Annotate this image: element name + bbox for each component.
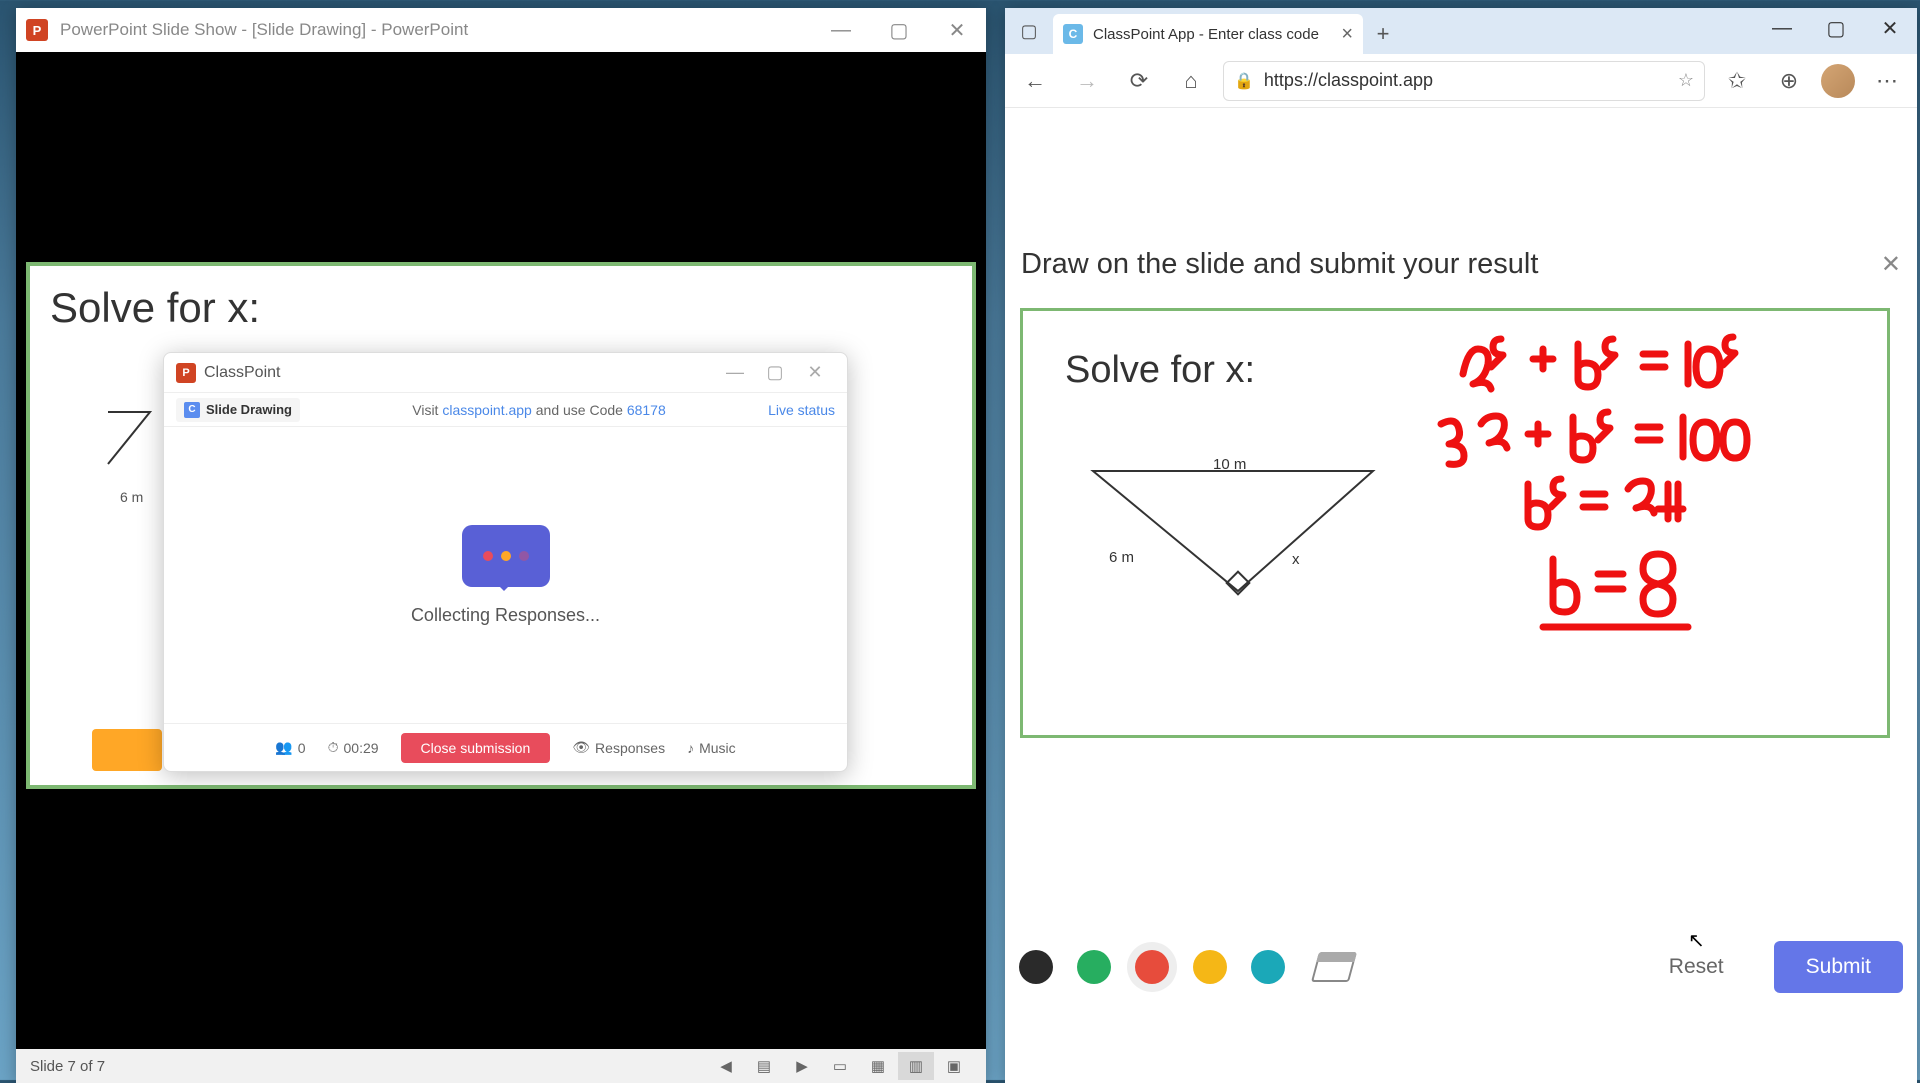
- eraser-tool[interactable]: [1311, 952, 1357, 982]
- profile-avatar[interactable]: [1821, 64, 1855, 98]
- clock-icon: ⏱: [328, 739, 339, 756]
- submit-button[interactable]: Submit: [1774, 941, 1903, 993]
- address-bar[interactable]: 🔒 https://classpoint.app ☆: [1223, 61, 1705, 101]
- popup-subheader: C Slide Drawing Visit classpoint.app and…: [164, 393, 847, 427]
- draw-prompt-bar: Draw on the slide and submit your result…: [1021, 248, 1901, 281]
- music-button[interactable]: ♪Music: [687, 740, 736, 756]
- people-icon: 👥: [275, 739, 292, 756]
- browser-window: ▢ C ClassPoint App - Enter class code × …: [1005, 8, 1917, 1083]
- visit-instruction: Visit classpoint.app and use Code 68178: [310, 402, 768, 418]
- reading-view-button[interactable]: ▭: [822, 1052, 858, 1080]
- student-handwriting: [1433, 319, 1883, 649]
- lock-icon: 🔒: [1234, 71, 1254, 91]
- pen-yellow[interactable]: [1193, 950, 1227, 984]
- browser-maximize[interactable]: ▢: [1809, 8, 1863, 48]
- menu-button[interactable]: ⋯: [1867, 61, 1907, 101]
- footer-participants: 👥0: [275, 739, 305, 756]
- visit-code: 68178: [627, 402, 666, 418]
- pen-green[interactable]: [1077, 950, 1111, 984]
- popup-maximize[interactable]: ▢: [755, 362, 795, 383]
- url-text: https://classpoint.app: [1264, 70, 1433, 91]
- next-slide-button[interactable]: ▶: [784, 1052, 820, 1080]
- browser-tab[interactable]: C ClassPoint App - Enter class code ×: [1053, 14, 1363, 54]
- drawing-toolbar: Reset Submit: [1019, 938, 1903, 996]
- drawing-canvas[interactable]: Solve for x: 10 m 6 m x: [1020, 308, 1890, 738]
- popup-title: ClassPoint: [204, 364, 715, 382]
- prev-slide-button[interactable]: ◀: [708, 1052, 744, 1080]
- activity-chip: C Slide Drawing: [176, 398, 300, 422]
- slideshow-stage: classcode 68178 👥 1 Solve for x: 6 m P C…: [16, 52, 986, 1049]
- back-button[interactable]: ←: [1015, 61, 1055, 101]
- tab-favicon: C: [1063, 24, 1083, 44]
- browser-close[interactable]: ✕: [1863, 8, 1917, 48]
- powerpoint-statusbar: Slide 7 of 7 ◀ ▤ ▶ ▭ ▦ ▥ ▣: [16, 1049, 986, 1083]
- tab-actions-button[interactable]: ▢: [1005, 8, 1053, 54]
- collections-button[interactable]: ⊕: [1769, 61, 1809, 101]
- slide-counter: Slide 7 of 7: [30, 1058, 105, 1075]
- normal-view-button[interactable]: ▥: [898, 1052, 934, 1080]
- classpoint-popup: P ClassPoint — ▢ ✕ C Slide Drawing Visit…: [163, 352, 848, 772]
- powerpoint-window: P PowerPoint Slide Show - [Slide Drawing…: [16, 8, 986, 1083]
- hypotenuse-label: 10 m: [1213, 456, 1246, 473]
- browser-tabstrip: ▢ C ClassPoint App - Enter class code × …: [1005, 8, 1917, 54]
- bookmark-star-icon[interactable]: ☆: [1678, 70, 1694, 91]
- browser-toolbar: ← → ⟳ ⌂ 🔒 https://classpoint.app ☆ ✩ ⊕ ⋯: [1005, 54, 1917, 108]
- classpoint-logo-icon: P: [176, 363, 196, 383]
- popup-body: Collecting Responses...: [164, 427, 847, 723]
- close-tab-button[interactable]: ×: [1341, 23, 1353, 46]
- triangle-diagram: [1083, 451, 1383, 621]
- eye-icon: 👁: [572, 739, 590, 756]
- close-submission-button[interactable]: Close submission: [401, 733, 551, 763]
- responses-button[interactable]: 👁Responses: [572, 739, 665, 756]
- close-prompt-button[interactable]: ✕: [1881, 250, 1901, 279]
- slide-title: Solve for x:: [50, 284, 962, 332]
- canvas-question: Solve for x:: [1065, 349, 1255, 392]
- speech-bubble-icon: [462, 525, 550, 587]
- visit-link[interactable]: classpoint.app: [442, 402, 532, 418]
- popup-close[interactable]: ✕: [795, 362, 835, 383]
- pen-black[interactable]: [1019, 950, 1053, 984]
- new-tab-button[interactable]: +: [1363, 14, 1403, 54]
- collecting-label: Collecting Responses...: [411, 605, 600, 626]
- popup-minimize[interactable]: —: [715, 362, 755, 383]
- window-title: PowerPoint Slide Show - [Slide Drawing] …: [60, 20, 812, 40]
- powerpoint-icon: P: [26, 19, 48, 41]
- maximize-button[interactable]: ▢: [870, 8, 928, 52]
- browser-content: Draw on the slide and submit your result…: [1005, 108, 1917, 1083]
- footer-timer: ⏱00:29: [328, 739, 379, 756]
- popup-footer: 👥0 ⏱00:29 Close submission 👁Responses ♪M…: [164, 723, 847, 771]
- slideshow-view-button[interactable]: ▣: [936, 1052, 972, 1080]
- draw-prompt-text: Draw on the slide and submit your result: [1021, 248, 1538, 281]
- slide-sorter-button[interactable]: ▦: [860, 1052, 896, 1080]
- favorites-button[interactable]: ✩: [1717, 61, 1757, 101]
- powerpoint-titlebar: P PowerPoint Slide Show - [Slide Drawing…: [16, 8, 986, 52]
- side-x-label: x: [1292, 551, 1300, 568]
- forward-button[interactable]: →: [1067, 61, 1107, 101]
- close-button[interactable]: ✕: [928, 8, 986, 52]
- side-a-label: 6 m: [1109, 549, 1134, 566]
- side-label-6m: 6 m: [120, 489, 143, 505]
- activity-chip-icon: C: [184, 402, 200, 418]
- music-icon: ♪: [687, 740, 694, 756]
- live-status-link[interactable]: Live status: [768, 402, 835, 418]
- reset-button[interactable]: Reset: [1643, 941, 1750, 993]
- browser-minimize[interactable]: —: [1755, 8, 1809, 48]
- slide-drawing-trigger[interactable]: [92, 729, 162, 771]
- home-button[interactable]: ⌂: [1171, 61, 1211, 101]
- tab-title: ClassPoint App - Enter class code: [1093, 26, 1319, 43]
- triangle-partial-icon: [100, 404, 160, 474]
- pen-red[interactable]: [1135, 950, 1169, 984]
- notes-view-button[interactable]: ▤: [746, 1052, 782, 1080]
- minimize-button[interactable]: —: [812, 8, 870, 52]
- popup-header: P ClassPoint — ▢ ✕: [164, 353, 847, 393]
- refresh-button[interactable]: ⟳: [1119, 61, 1159, 101]
- pen-cyan[interactable]: [1251, 950, 1285, 984]
